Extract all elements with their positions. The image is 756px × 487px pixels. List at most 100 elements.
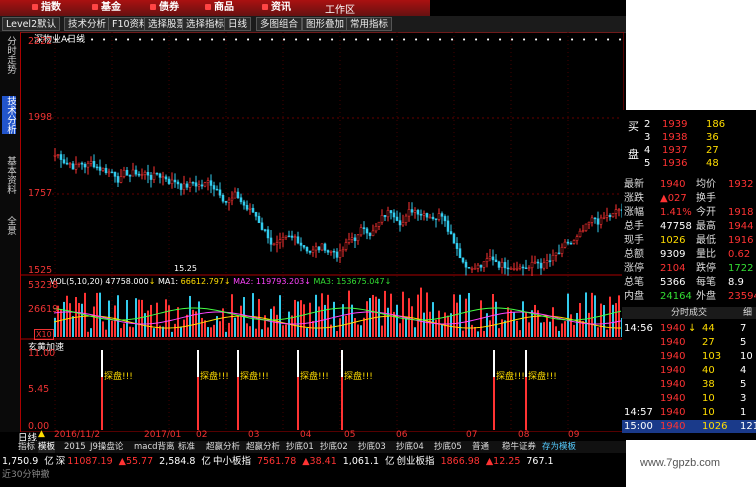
ticker-item-1: 亿 [44,456,54,467]
tab-standard[interactable]: 标准 [178,441,195,453]
stat-row: 涨跌 ▲027 换手 [622,192,756,205]
candle-body [506,267,510,270]
volume-bar [381,325,383,337]
candle-body [158,173,162,178]
kline-chart-svg[interactable]: • • • • • • • • • • • • • • • • • • • • • • • • • • • • • • • • • • • • • • • •… [20,32,624,432]
volume-bar [363,317,365,337]
tick-row: 1940 10 3 [622,392,756,405]
candle-body [182,183,186,190]
candle-body [56,154,60,156]
tab-bottom-02[interactable]: 抄底02 [320,441,348,453]
top-dot: • [162,36,166,44]
top-dot: • [618,36,622,44]
volume-bar [231,294,233,337]
stat-row: 涨幅 1.41% 今开 1918 [622,206,756,219]
candle-body [95,166,99,169]
tab-indicator[interactable]: 指标 [18,441,35,453]
top-dot: • [330,36,334,44]
top-dot: • [450,36,454,44]
tb-daily[interactable]: 日线 [224,17,252,31]
volume-bar [516,320,518,337]
toolbar: Level2默认 技术分析 F10资料 选择股票 选择指标 日线 多图组合 图形… [0,16,626,33]
volume-bar [540,322,542,337]
volume-bar [297,301,299,337]
tab-macd[interactable]: macd背离 [134,441,175,453]
tab-super-win-1[interactable]: 超赢分析 [206,441,240,453]
workarea-label[interactable]: 工作区 [325,1,355,16]
time-axis-arrow[interactable]: ▲ [38,429,45,439]
volume-bar [570,314,572,337]
candle-body [173,179,177,183]
tab-bottom-01[interactable]: 抄底01 [286,441,314,453]
volume-bar [69,303,71,337]
tick-row: 1940 38 5 [622,378,756,391]
candle-body [476,264,480,269]
tick-volume: 10 [702,407,715,418]
ticker-item-6: 亿 [201,456,211,467]
candle-body [116,176,120,183]
time-axis-label-4: 03 [248,430,260,440]
volume-bar [345,315,347,337]
tb-multi-chart[interactable]: 多图组合 [256,17,303,31]
candle-body [254,211,258,217]
volume-bar [429,311,431,337]
candle-body [422,213,426,216]
volume-bar [351,304,353,337]
tab-bottom-04[interactable]: 抄底04 [396,441,424,453]
candle-body [455,243,459,249]
bid-price: 1936 [662,158,688,169]
candle-body [548,260,552,262]
stat-value: 1026 [660,235,686,246]
candle-body [215,188,219,191]
tb-select-indicator[interactable]: 选择指标 [182,17,229,31]
signal-label-4: 探盘!!! [344,370,373,382]
candle-body [371,230,375,236]
tab-save-template[interactable]: 存为模板 [542,441,576,453]
candle-body [350,237,354,240]
tab-super-win-2[interactable]: 超赢分析 [246,441,280,453]
chart-area[interactable]: • • • • • • • • • • • • • • • • • • • • • • • • • • • • • • • • • • • • • • • •… [20,32,624,432]
candle-body [233,191,237,199]
tb-overlay[interactable]: 图形叠加 [302,17,349,31]
nav-news[interactable]: 资讯 [262,1,291,15]
candle-body [560,246,564,254]
stat-row: 总额 9309 量比 0.62 [622,248,756,261]
tick-price: 1940 [660,393,686,404]
tab-stable-bull[interactable]: 稳牛证券 [502,441,536,453]
tab-bottom-03[interactable]: 抄底03 [358,441,386,453]
tab-2015[interactable]: 2015 [64,441,86,453]
tb-common-indicators[interactable]: 常用指标 [346,17,393,31]
tb-level2[interactable]: Level2默认 [2,17,61,31]
ticker-item-11: 亿 [385,456,395,467]
ticks-detail-button[interactable]: 细 [743,307,752,319]
tab-template[interactable]: 模板 [38,441,56,453]
candle-body [383,214,387,218]
candle-body [251,207,255,213]
stat-value: 5366 [660,277,686,288]
bid-volume: 36 [706,132,719,143]
candle-body [431,216,435,219]
volume-bar [171,331,173,337]
candle-body [227,199,231,203]
nav-fund[interactable]: 基金 [92,1,121,15]
stat-label-2: 最低 [696,235,716,246]
tab-normal[interactable]: 普通 [472,441,489,453]
volume-bar [174,323,176,337]
candle-body [218,189,222,196]
ma1-label: MA1: [157,277,179,286]
volume-bar [330,324,332,337]
ticker-item-2: 深 [55,456,66,467]
tab-j9[interactable]: J9操盘论 [90,441,123,453]
candle-body [104,167,108,173]
ticker-item-3: 11087.19 [67,456,113,467]
nav-bond[interactable]: 债券 [150,1,179,15]
candle-body [344,242,348,250]
tab-bottom-05[interactable]: 抄底05 [434,441,462,453]
nav-index[interactable]: 指数 [32,1,61,15]
candle-body [380,214,384,223]
top-dot: • [462,36,466,44]
candle-body [449,231,453,235]
nav-commodity[interactable]: 商品 [205,1,234,15]
tb-tech-analysis[interactable]: 技术分析 [64,17,111,31]
volume-bar [456,302,458,337]
